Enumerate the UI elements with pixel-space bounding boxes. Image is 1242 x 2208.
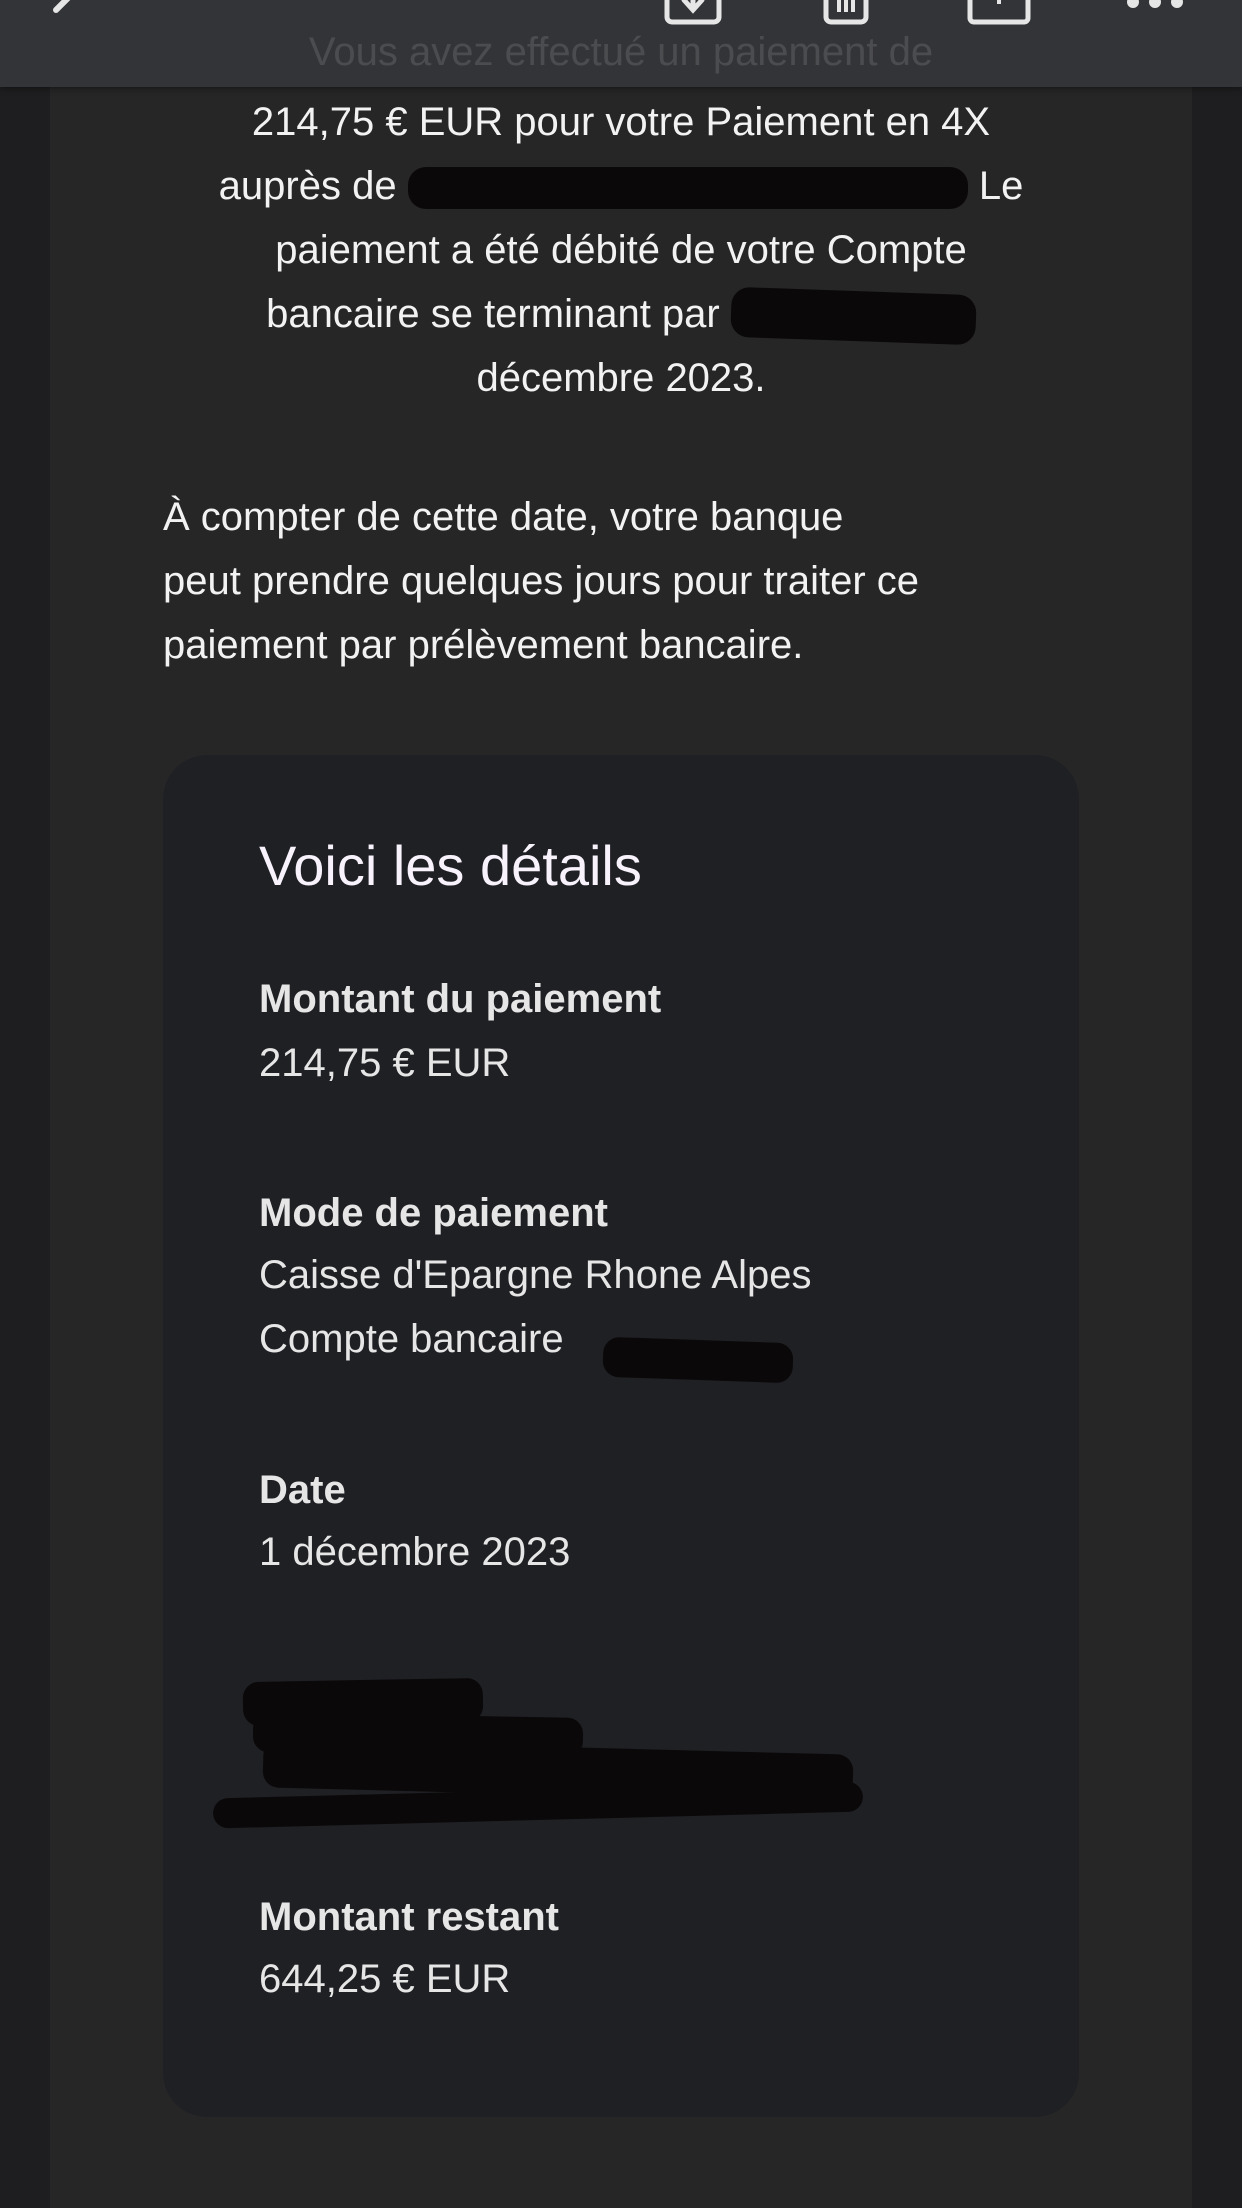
processing-notice-paragraph: À compter de cette date, votre banque pe… [163,485,1083,677]
amount-label: Montant du paiement [259,977,662,1021]
amount-value: 214,75 € EUR [259,1041,511,1085]
intro-line-4-start: bancaire se terminant par [266,292,731,336]
notice-line-1: À compter de cette date, votre banque [163,495,844,539]
redacted-account-number [602,1336,794,1384]
intro-line-2: auprès de Le [160,154,1082,218]
remaining-amount-value: 644,25 € EUR [259,1957,511,2001]
intro-line-2-start: auprès de [218,164,408,208]
intro-line-1: 214,75 € EUR pour votre Paiement en 4X [251,100,991,144]
remaining-amount-label: Montant restant [259,1895,559,1939]
intro-line-2-end: Le [967,164,1024,208]
intro-line-4: bancaire se terminant par [160,282,1082,346]
payment-method-account-label: Compte bancaire [259,1317,564,1361]
payment-details-card: Voici les détails Montant du paiement 21… [163,755,1079,2117]
details-title: Voici les détails [259,834,642,897]
trash-icon[interactable] [822,0,870,31]
scrolled-text-behind-toolbar: Vous avez effectué un paiement de [308,30,934,74]
date-value: 1 décembre 2023 [259,1530,571,1574]
intro-line-5: décembre 2023. [476,356,766,400]
payment-method-account: Compte bancaire [259,1307,564,1371]
payment-method-bank: Caisse d'Epargne Rhone Alpes [259,1253,812,1297]
payment-intro-paragraph: 214,75 € EUR pour votre Paiement en 4X a… [160,90,1082,410]
date-label: Date [259,1468,346,1512]
intro-line-3: paiement a été débité de votre Compte [275,228,967,272]
payment-method-label: Mode de paiement [259,1191,608,1235]
move-icon[interactable] [966,0,1032,31]
notice-line-2: peut prendre quelques jours pour traiter… [163,559,920,603]
redacted-merchant [407,167,968,210]
redacted-account-and-date [730,287,977,346]
notice-line-3: paiement par prélèvement bancaire. [163,623,804,667]
archive-icon[interactable] [662,0,724,31]
more-icon[interactable] [1124,0,1186,31]
